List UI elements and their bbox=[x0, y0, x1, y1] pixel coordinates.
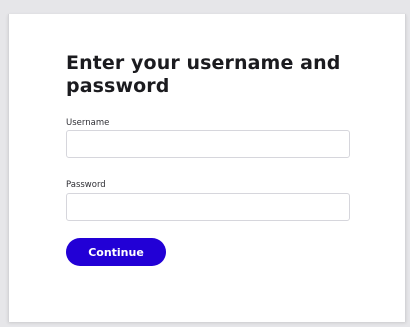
username-input[interactable] bbox=[66, 130, 350, 158]
password-label: Password bbox=[66, 180, 106, 190]
login-card: Enter your username and password Usernam… bbox=[8, 14, 406, 322]
page-title: Enter your username and password bbox=[66, 52, 341, 97]
password-input[interactable] bbox=[66, 193, 350, 221]
page-background: Enter your username and password Usernam… bbox=[0, 0, 410, 327]
username-label: Username bbox=[66, 118, 110, 128]
continue-button[interactable]: Continue bbox=[66, 238, 166, 266]
